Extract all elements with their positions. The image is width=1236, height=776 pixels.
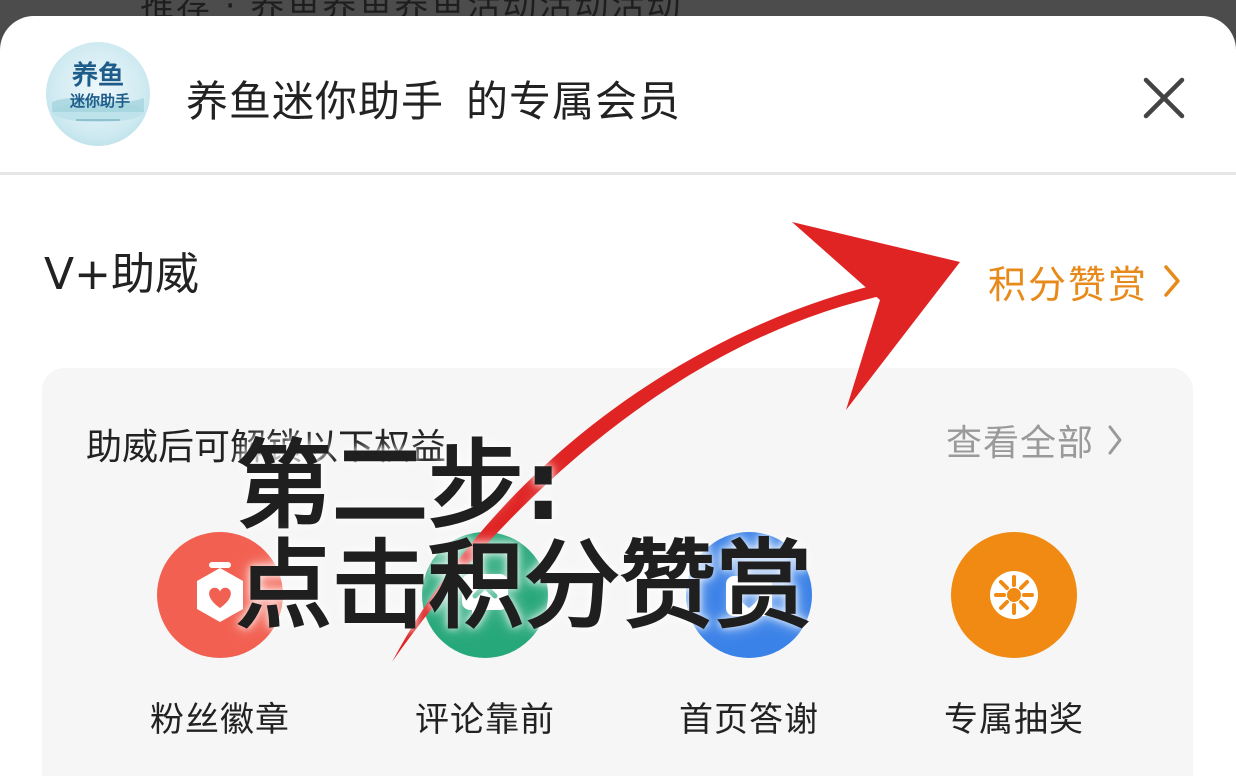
benefit-label: 评论靠前	[415, 700, 555, 740]
benefit-exclusive-lottery[interactable]: 专属抽奖	[924, 532, 1104, 742]
points-reward-link[interactable]: 积分赞赏	[988, 256, 1182, 307]
lottery-wheel-icon	[951, 532, 1077, 658]
comment-top-icon	[422, 532, 548, 658]
benefit-label: 粉丝徽章	[150, 700, 290, 740]
membership-sheet: 养鱼 迷你助手 养鱼迷你助手 的专属会员 V+助威 积分赞赏 助威后可解锁以下权益…	[0, 16, 1236, 776]
chevron-right-icon	[1108, 425, 1122, 455]
avatar-logo-line1: 养鱼	[71, 60, 124, 91]
title-suffix: 的专属会员	[466, 77, 682, 126]
avatar: 养鱼 迷你助手	[46, 42, 150, 146]
benefit-homepage-thanks[interactable]: 首页答谢	[659, 532, 839, 742]
header-divider	[0, 172, 1236, 175]
view-all-label: 查看全部	[946, 423, 1095, 464]
chevron-right-icon	[1164, 265, 1180, 297]
avatar-logo-graphic: 养鱼 迷你助手	[52, 60, 144, 122]
benefits-card: 助威后可解锁以下权益 查看全部 粉丝徽章 评论靠前 首页答谢 专属抽奖	[42, 368, 1193, 776]
close-icon	[1143, 77, 1185, 119]
view-all-link[interactable]: 查看全部	[946, 416, 1124, 464]
benefit-comment-top[interactable]: 评论靠前	[395, 532, 575, 742]
member-name: V+助威	[44, 249, 199, 300]
app-name: 养鱼迷你助手	[186, 77, 445, 126]
benefit-label: 首页答谢	[679, 700, 819, 740]
avatar-logo-line2: 迷你助手	[69, 92, 130, 110]
points-reward-label: 积分赞赏	[988, 262, 1149, 307]
close-button[interactable]	[1136, 70, 1192, 126]
header-title: 养鱼迷你助手 的专属会员	[186, 68, 681, 129]
sheet-header: 养鱼 迷你助手 养鱼迷你助手 的专属会员	[0, 16, 1236, 172]
thanks-heart-icon	[686, 532, 812, 658]
benefit-fan-badge[interactable]: 粉丝徽章	[130, 532, 310, 742]
benefit-label: 专属抽奖	[944, 700, 1084, 740]
benefits-title: 助威后可解锁以下权益	[86, 427, 447, 468]
badge-heart-icon	[157, 532, 283, 658]
